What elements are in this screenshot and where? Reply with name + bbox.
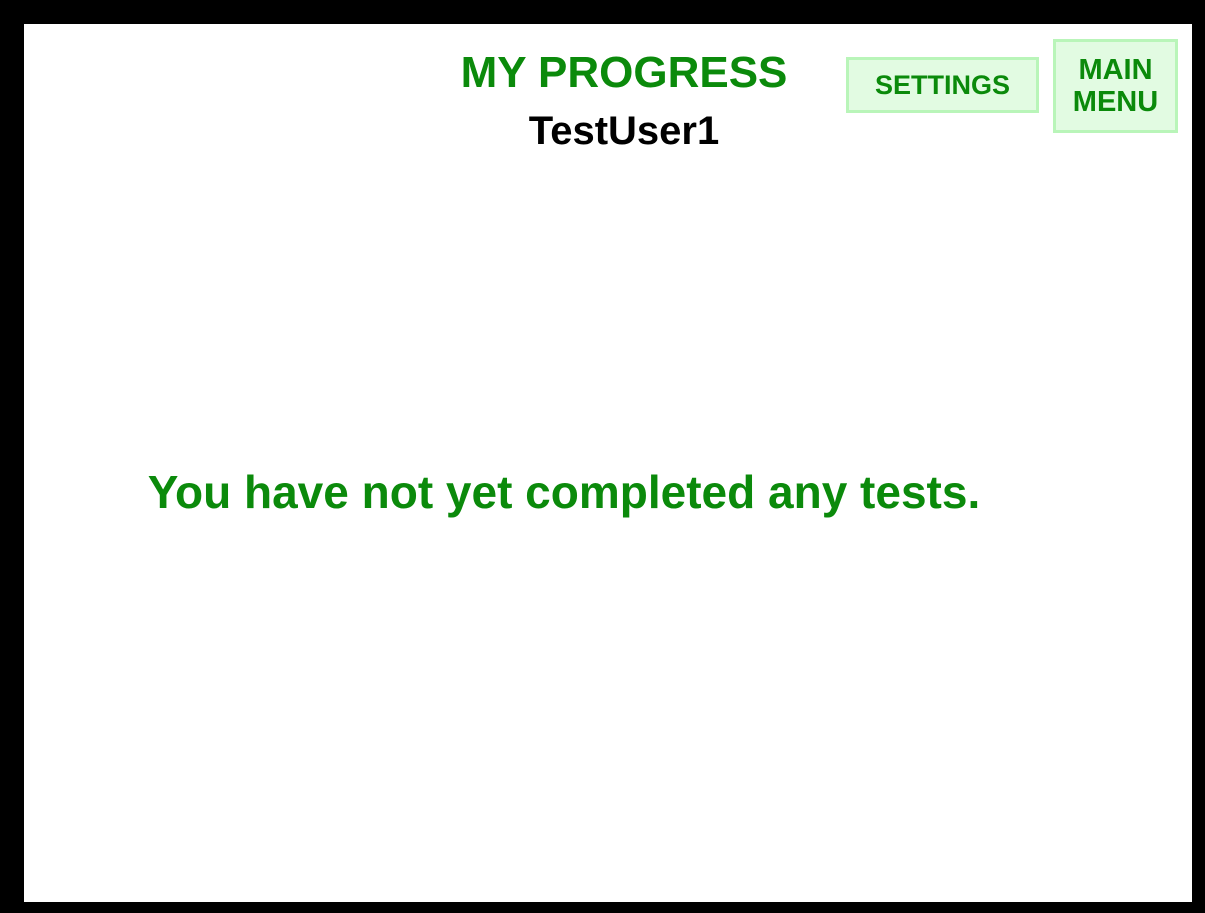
empty-state-message: You have not yet completed any tests. — [147, 466, 981, 518]
device-frame: MY PROGRESS TestUser1 SETTINGS MAIN MENU… — [0, 0, 1205, 913]
username-label: TestUser1 — [528, 109, 720, 153]
main-menu-label-line2: MENU — [1072, 86, 1159, 118]
progress-screen: MY PROGRESS TestUser1 SETTINGS MAIN MENU… — [24, 24, 1192, 902]
main-menu-label-line1: MAIN — [1078, 54, 1153, 86]
main-menu-button[interactable]: MAIN MENU — [1053, 39, 1178, 133]
settings-button[interactable]: SETTINGS — [846, 57, 1039, 113]
page-title: MY PROGRESS — [460, 48, 788, 97]
